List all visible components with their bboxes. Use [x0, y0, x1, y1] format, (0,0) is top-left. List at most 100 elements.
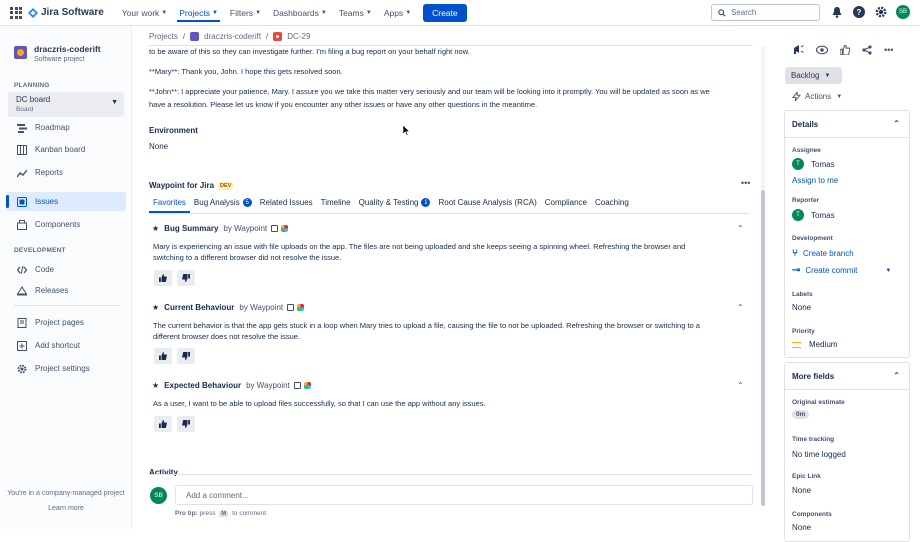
nav-filters[interactable]: Filters ▼ — [228, 4, 263, 22]
tab-related-issues[interactable]: Related Issues — [256, 198, 317, 213]
priority-field[interactable]: Medium — [792, 340, 837, 349]
project-header[interactable]: draczris-coderift Software project — [14, 44, 101, 63]
collapse-chevron-icon[interactable]: ⌃ — [893, 371, 900, 380]
card-header: ★ Bug Summary by Waypoint — [152, 224, 289, 233]
collapse-chevron-icon[interactable]: ⌃ — [737, 303, 744, 312]
more-options-icon[interactable]: ••• — [741, 178, 750, 188]
details-header[interactable]: Details ⌃ — [785, 111, 909, 138]
search-input[interactable]: Search — [711, 4, 820, 21]
jira-logo[interactable]: Jira Software — [28, 7, 104, 18]
slack-icon[interactable] — [297, 304, 305, 311]
thumbs-up-button[interactable] — [154, 348, 172, 364]
more-actions-icon[interactable]: ••• — [884, 45, 893, 55]
nav-dashboards[interactable]: Dashboards ▼ — [271, 4, 329, 22]
nav-your-work[interactable]: Your work ▼ — [120, 4, 169, 22]
tab-bug-analysis[interactable]: Bug Analysis 5 — [190, 198, 256, 213]
create-branch-link[interactable]: ⑂ Create branch — [792, 248, 854, 259]
reporter-field[interactable]: T Tomas — [792, 209, 835, 221]
copy-icon[interactable] — [293, 382, 301, 389]
board-selector[interactable]: DC board Board ▼ — [8, 92, 124, 117]
nav-teams[interactable]: Teams ▼ — [337, 4, 374, 22]
chevron-down-icon: ▼ — [365, 9, 372, 16]
tab-coaching[interactable]: Coaching — [591, 198, 633, 213]
sidebar-item-label: Add shortcut — [35, 341, 80, 350]
sidebar-item-releases[interactable]: Releases — [6, 281, 126, 300]
tab-compliance[interactable]: Compliance — [541, 198, 591, 213]
tab-timeline[interactable]: Timeline — [317, 198, 355, 213]
more-fields-header[interactable]: More fields ⌃ — [785, 363, 909, 390]
sidebar-item-code[interactable]: Code — [6, 260, 126, 279]
tab-root-cause-analysis[interactable]: Root Cause Analysis (RCA) — [434, 198, 540, 213]
details-title: Details — [792, 120, 819, 129]
copy-icon[interactable] — [271, 225, 279, 232]
breadcrumb-projects[interactable]: Projects — [149, 32, 178, 41]
collapse-chevron-icon[interactable]: ⌃ — [737, 381, 744, 390]
original-estimate-field[interactable]: 0m — [792, 410, 810, 419]
nav-projects[interactable]: Projects ▼ — [177, 4, 220, 22]
share-icon[interactable] — [862, 44, 872, 55]
notifications-icon[interactable] — [830, 5, 844, 19]
sidebar-divider — [14, 305, 120, 306]
sidebar-item-kanban-board[interactable]: Kanban board — [6, 140, 126, 159]
assign-to-me-link[interactable]: Assign to me — [792, 176, 838, 185]
collapse-chevron-icon[interactable]: ⌃ — [893, 119, 900, 128]
thumbs-down-button[interactable] — [177, 270, 195, 286]
breadcrumb-issue[interactable]: DC-29 — [287, 32, 310, 41]
commit-icon: ⊸ — [792, 265, 801, 276]
learn-more-link[interactable]: Learn more — [0, 505, 132, 512]
sidebar-item-label: Components — [35, 220, 81, 229]
thumbs-down-button[interactable] — [177, 416, 195, 432]
tab-favorites[interactable]: Favorites — [149, 198, 190, 213]
assignee-value: Tomas — [811, 159, 835, 169]
create-commit-link[interactable]: ⊸ Create commit ▼ — [792, 265, 891, 276]
nav-apps[interactable]: Apps ▼ — [382, 4, 413, 22]
components-value[interactable]: None — [792, 523, 811, 532]
comment-input[interactable]: Add a comment... — [175, 485, 753, 505]
sidebar-item-label: Project settings — [35, 364, 90, 373]
time-tracking-value[interactable]: No time logged — [792, 450, 846, 459]
create-branch-label: Create branch — [803, 249, 854, 258]
tab-quality-testing[interactable]: Quality & Testing 1 — [355, 198, 435, 213]
thumbs-up-button[interactable] — [154, 270, 172, 286]
card-header: ★ Expected Behaviour by Waypoint — [152, 381, 311, 390]
like-icon[interactable] — [840, 44, 850, 55]
user-avatar[interactable]: SB — [896, 5, 910, 19]
thumbs-up-button[interactable] — [154, 416, 172, 432]
labels-value[interactable]: None — [792, 303, 811, 312]
sidebar-item-project-pages[interactable]: Project pages — [6, 313, 126, 332]
assignee-field[interactable]: T Tomas — [792, 158, 835, 170]
thumbs-down-button[interactable] — [177, 348, 195, 364]
thumbs-up-icon — [159, 352, 167, 360]
copy-icon[interactable] — [287, 304, 295, 311]
project-sidebar: draczris-coderift Software project PLANN… — [0, 26, 132, 529]
breadcrumb-project[interactable]: draczris-coderift — [204, 32, 261, 41]
app-switcher-icon[interactable] — [10, 6, 22, 19]
sidebar-item-label: Code — [35, 265, 55, 274]
help-icon[interactable]: ? — [852, 5, 866, 19]
collapse-chevron-icon[interactable]: ⌃ — [737, 224, 744, 233]
megaphone-icon[interactable] — [793, 44, 804, 55]
environment-value[interactable]: None — [149, 142, 168, 151]
chevron-down-icon[interactable]: ▼ — [885, 268, 891, 274]
sidebar-item-reports[interactable]: Reports — [6, 163, 126, 182]
create-button[interactable]: Create — [423, 3, 467, 22]
watch-eye-icon[interactable] — [816, 45, 828, 55]
sidebar-item-add-shortcut[interactable]: Add shortcut — [6, 336, 126, 355]
scrollbar-track[interactable] — [761, 46, 765, 190]
sidebar-item-label: Releases — [35, 286, 69, 295]
sidebar-item-roadmap[interactable]: Roadmap — [6, 118, 126, 137]
star-icon[interactable]: ★ — [152, 303, 159, 312]
epic-link-value[interactable]: None — [792, 486, 811, 495]
actions-dropdown[interactable]: Actions ▼ — [792, 92, 842, 101]
scrollbar-thumb[interactable] — [761, 190, 765, 506]
sidebar-item-issues[interactable]: Issues — [6, 192, 126, 211]
star-icon[interactable]: ★ — [152, 224, 159, 233]
sidebar-item-components[interactable]: Components — [6, 215, 126, 234]
sidebar-item-project-settings[interactable]: Project settings — [6, 359, 126, 378]
slack-icon[interactable] — [303, 382, 311, 389]
status-dropdown[interactable]: Backlog ▼ — [785, 67, 842, 84]
card-text: Mary is experiencing an issue with file … — [153, 242, 686, 251]
slack-icon[interactable] — [281, 225, 289, 232]
settings-gear-icon[interactable] — [874, 5, 888, 19]
star-icon[interactable]: ★ — [152, 381, 159, 390]
